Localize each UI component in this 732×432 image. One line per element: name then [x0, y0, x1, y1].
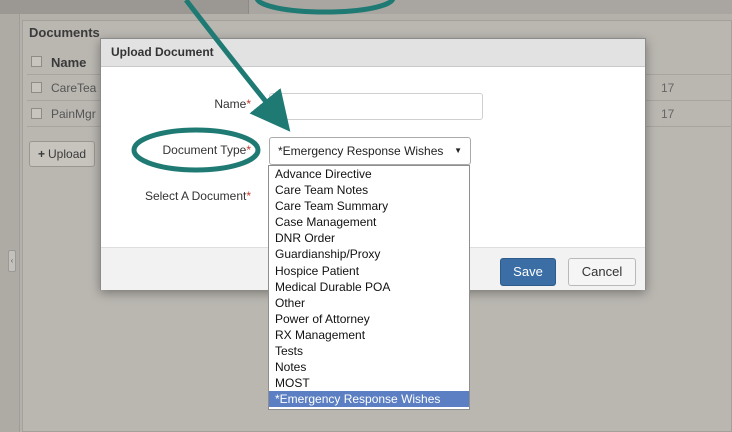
- name-input[interactable]: [269, 93, 483, 120]
- select-document-label: Select A Document*: [101, 189, 251, 203]
- dropdown-option[interactable]: Case Management: [269, 214, 469, 230]
- column-header-name[interactable]: Name: [51, 55, 86, 70]
- document-type-label: Document Type*: [101, 143, 252, 157]
- plus-icon: +: [38, 147, 46, 161]
- dropdown-option[interactable]: Advance Directive: [269, 166, 469, 182]
- dropdown-option[interactable]: Power of Attorney: [269, 311, 469, 327]
- required-mark: *: [246, 189, 251, 203]
- name-label: Name*: [101, 97, 251, 111]
- dropdown-option[interactable]: Tests: [269, 343, 469, 359]
- panel-title: Documents: [29, 25, 100, 40]
- document-type-select[interactable]: *Emergency Response Wishes ▼: [269, 137, 471, 165]
- left-gutter: ‹: [0, 14, 20, 432]
- dropdown-option-selected[interactable]: *Emergency Response Wishes: [269, 391, 469, 408]
- dropdown-option[interactable]: Care Team Notes: [269, 182, 469, 198]
- row-name: PainMgr: [51, 107, 96, 121]
- document-type-dropdown: Advance Directive Care Team Notes Care T…: [268, 165, 470, 410]
- row-checkbox[interactable]: [31, 82, 42, 93]
- dropdown-option[interactable]: RX Management: [269, 327, 469, 343]
- dropdown-option[interactable]: MOST: [269, 375, 469, 391]
- top-tab: [248, 0, 732, 14]
- cancel-button[interactable]: Cancel: [568, 258, 636, 286]
- select-document-label-text: Select A Document: [144, 189, 247, 203]
- dropdown-option[interactable]: Notes: [269, 359, 469, 375]
- dropdown-option[interactable]: Other: [269, 295, 469, 311]
- top-bar: [0, 0, 732, 14]
- upload-button[interactable]: + Upload: [29, 141, 96, 167]
- required-mark: *: [246, 143, 251, 157]
- collapse-handle[interactable]: ‹: [8, 250, 16, 272]
- document-type-label-text: Document Type: [162, 143, 247, 157]
- upload-label: Upload: [48, 147, 87, 161]
- dropdown-option[interactable]: Hospice Patient: [269, 263, 469, 279]
- required-mark: *: [246, 97, 251, 111]
- document-type-value: *Emergency Response Wishes: [278, 144, 444, 158]
- row-date: 17: [661, 81, 675, 95]
- dropdown-option[interactable]: Medical Durable POA: [269, 279, 469, 295]
- caret-down-icon: ▼: [454, 146, 462, 155]
- row-date: 17: [661, 107, 675, 121]
- dialog-title: Upload Document: [101, 39, 645, 67]
- dropdown-option[interactable]: Care Team Summary: [269, 198, 469, 214]
- select-all-checkbox[interactable]: [31, 56, 42, 67]
- dropdown-option[interactable]: Guardianship/Proxy: [269, 246, 469, 262]
- row-name: CareTea: [51, 81, 97, 95]
- row-checkbox[interactable]: [31, 108, 42, 119]
- save-button[interactable]: Save: [500, 258, 556, 286]
- name-label-text: Name: [214, 97, 247, 111]
- dropdown-option[interactable]: DNR Order: [269, 230, 469, 246]
